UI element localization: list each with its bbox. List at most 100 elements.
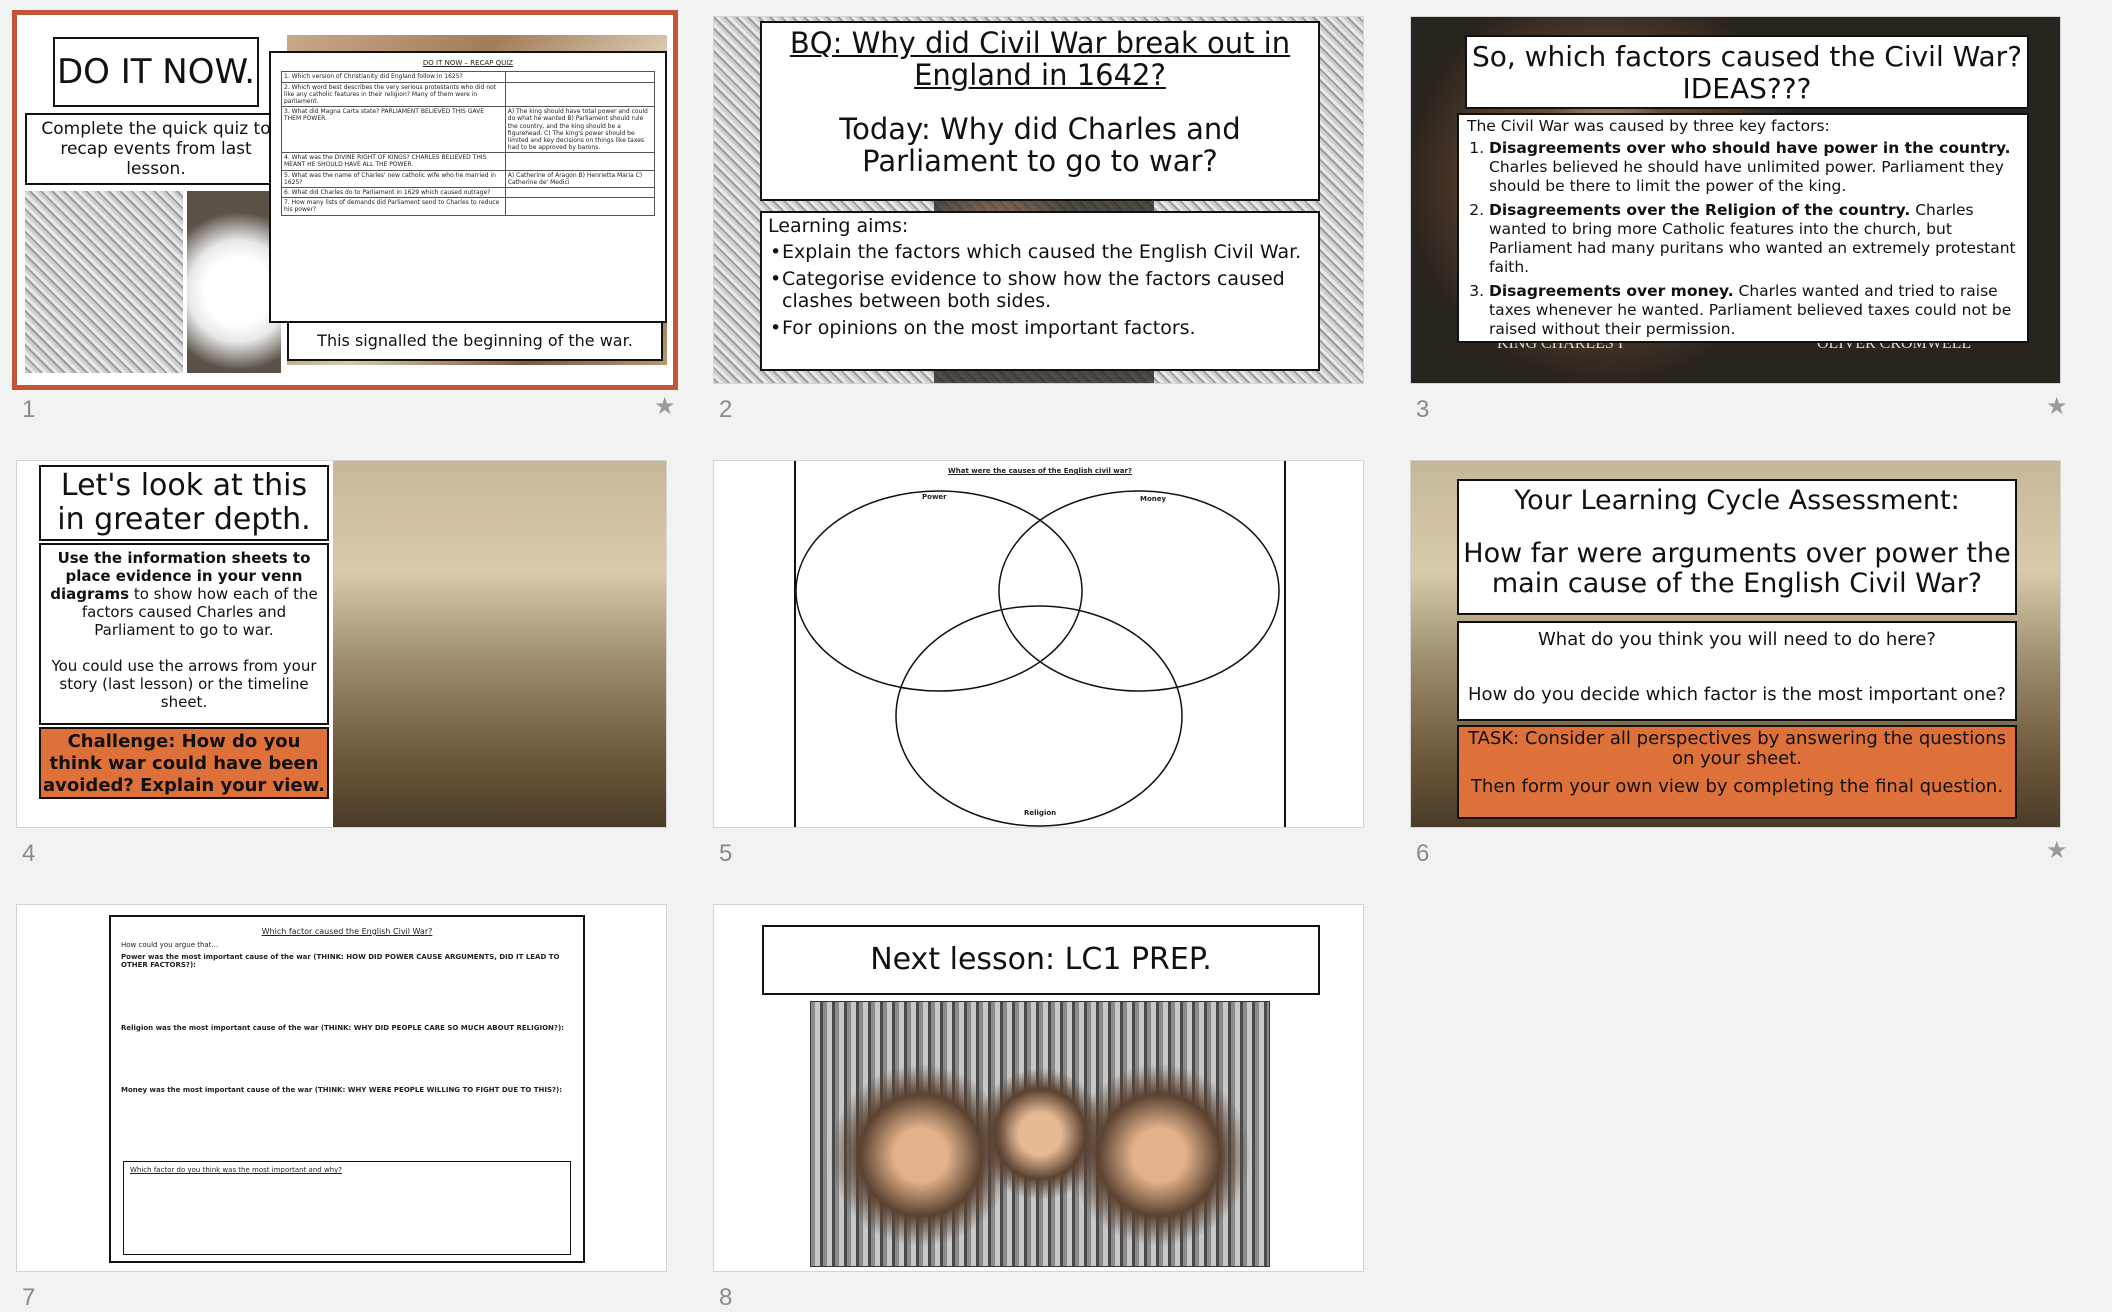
slide-thumbnail-3[interactable]: KING CHARLES I OLIVER CROMWELL So, which… — [1410, 16, 2061, 384]
factor-heading: Disagreements over who should have power… — [1489, 139, 2011, 157]
task-2: Then form your own view by completing th… — [1470, 776, 2004, 797]
worksheet-item: Religion was the most important cause of… — [121, 1023, 564, 1032]
slide-thumbnail-5[interactable]: What were the causes of the English civi… — [713, 460, 1364, 828]
quiz-row: 4. What was the DIVINE RIGHT OF KINGS? C… — [281, 152, 656, 171]
quiz-row: 5. What was the name of Charles' new cat… — [281, 169, 656, 189]
venn-label-power: Power — [922, 493, 947, 501]
quiz-title: DO IT NOW – RECAP QUIZ — [422, 59, 514, 67]
slide3-title: So, which factors caused the Civil War? … — [1465, 35, 2029, 109]
venn-label-money: Money — [1140, 495, 1167, 503]
star-icon[interactable]: ★ — [654, 392, 676, 421]
final-question: Which factor do you think was the most i… — [130, 1166, 342, 1174]
recap-quiz-sheet: DO IT NOW – RECAP QUIZ 1. Which version … — [269, 51, 667, 323]
worksheet-title: Which factor caused the English Civil Wa… — [261, 927, 433, 936]
venn-diagram — [796, 490, 1280, 827]
factor-item: Disagreements over money. Charles wanted… — [1489, 282, 2019, 339]
quiz-row: 1. Which version of Christianity did Eng… — [281, 71, 656, 83]
final-answer-box: Which factor do you think was the most i… — [123, 1161, 571, 1255]
dog-image — [187, 191, 281, 373]
quiz-row: 7. How many lists of demands did Parliam… — [281, 197, 656, 216]
learning-aims-label: Learning aims: — [768, 215, 909, 237]
quiz-question: 4. What was the DIVINE RIGHT OF KINGS? C… — [281, 152, 506, 171]
quiz-answer: A) The king should have total power and … — [504, 106, 656, 154]
slide1-title: DO IT NOW. — [53, 37, 259, 107]
prompt-1: What do you think you will need to do he… — [1537, 629, 1936, 650]
factors-list: Disagreements over who should have power… — [1467, 139, 2019, 339]
factor-heading: Disagreements over money. — [1489, 282, 1734, 300]
quiz-question: 6. What did Charles do to Parliament in … — [281, 187, 506, 199]
bq-question: BQ: Why did Civil War break out in Engla… — [789, 26, 1291, 92]
slide-number-6: 6 — [1416, 840, 1430, 867]
slide-thumbnail-7[interactable]: Which factor caused the English Civil Wa… — [16, 904, 667, 1272]
star-icon[interactable]: ★ — [2046, 392, 2068, 421]
slide-thumbnail-6[interactable]: Your Learning Cycle Assessment: How far … — [1410, 460, 2061, 828]
slide-thumbnail-1[interactable]: DO IT NOW. Complete the quick quiz to re… — [12, 10, 678, 390]
factor-item: Disagreements over the Religion of the c… — [1489, 201, 2019, 277]
quiz-row: 2. Which word best describes the very se… — [281, 81, 656, 108]
quiz-row: 3. What did Magna Carta state? PARLIAMEN… — [281, 106, 656, 154]
quiz-question: 3. What did Magna Carta state? PARLIAMEN… — [281, 106, 506, 154]
quiz-row: 6. What did Charles do to Parliament in … — [281, 187, 656, 199]
prompts-box: What do you think you will need to do he… — [1457, 621, 2017, 721]
worksheet-lead: How could you argue that... — [121, 940, 219, 949]
triple-portrait-image — [810, 1001, 1270, 1267]
quiz-answer — [504, 81, 656, 108]
lca-question: How far were arguments over power the ma… — [1463, 538, 2011, 599]
worksheet-item: Money was the most important cause of th… — [121, 1086, 563, 1095]
slide-number-4: 4 — [22, 840, 36, 867]
battle-painting — [333, 461, 666, 827]
venn-circle-religion — [895, 605, 1183, 827]
quiz-answer — [504, 187, 656, 199]
lca-title: Your Learning Cycle Assessment: — [1514, 485, 1960, 516]
slide-thumbnail-8[interactable]: Next lesson: LC1 PREP. — [713, 904, 1364, 1272]
factors-intro: The Civil War was caused by three key fa… — [1467, 117, 1830, 135]
quiz-question: 1. Which version of Christianity did Eng… — [281, 71, 506, 83]
slide2-header: BQ: Why did Civil War break out in Engla… — [760, 21, 1320, 201]
factor-text: Charles believed he should have unlimite… — [1489, 158, 2004, 195]
quiz-table: 1. Which version of Christianity did Eng… — [281, 71, 656, 216]
slide-number-3: 3 — [1416, 396, 1430, 423]
instruction-text: Use the information sheets to place evid… — [47, 549, 321, 639]
aim-item: Explain the factors which caused the Eng… — [768, 241, 1312, 263]
slide8-title: Next lesson: LC1 PREP. — [762, 925, 1320, 995]
slide-thumbnail-4[interactable]: Let's look at this in greater depth. Use… — [16, 460, 667, 828]
task-box: TASK: Consider all perspectives by answe… — [1457, 725, 2017, 819]
task-1: TASK: Consider all perspectives by answe… — [1467, 728, 2006, 769]
slide-number-8: 8 — [719, 1284, 733, 1311]
factors-box: The Civil War was caused by three key fa… — [1457, 113, 2029, 343]
challenge-box: Challenge: How do you think war could ha… — [39, 727, 329, 799]
worksheet-item: Power was the most important cause of th… — [121, 952, 560, 970]
learning-aims-list: Explain the factors which caused the Eng… — [768, 241, 1312, 339]
factor-item: Disagreements over who should have power… — [1489, 139, 2019, 196]
quiz-answer: A) Catherine of Aragon B) Henrietta Mari… — [504, 169, 656, 189]
quiz-question: 5. What was the name of Charles' new cat… — [281, 169, 506, 189]
aim-item: For opinions on the most important facto… — [768, 317, 1312, 339]
slide-number-1: 1 — [22, 396, 36, 423]
today-question: Today: Why did Charles and Parliament to… — [839, 112, 1241, 178]
slide1-instruction: Complete the quick quiz to recap events … — [25, 113, 287, 185]
learning-aims-box: Learning aims: Explain the factors which… — [760, 211, 1320, 371]
aim-item: Categorise evidence to show how the fact… — [768, 268, 1312, 312]
quiz-question: 2. Which word best describes the very se… — [281, 81, 506, 108]
slide-sorter-grid: DO IT NOW. Complete the quick quiz to re… — [0, 0, 2112, 1312]
quiz-answer — [504, 71, 656, 83]
venn-label-religion: Religion — [1024, 809, 1057, 817]
worksheet: Which factor caused the English Civil Wa… — [109, 915, 585, 1263]
lca-box: Your Learning Cycle Assessment: How far … — [1457, 479, 2017, 615]
quiz-question: 7. How many lists of demands did Parliam… — [281, 197, 506, 216]
slide1-caption: This signalled the beginning of the war. — [287, 319, 663, 361]
engraving-image — [25, 191, 183, 373]
quiz-answer — [504, 152, 656, 171]
star-icon[interactable]: ★ — [2046, 836, 2068, 865]
prompt-2: How do you decide which factor is the mo… — [1468, 684, 2006, 705]
quiz-answer — [504, 197, 656, 216]
factor-heading: Disagreements over the Religion of the c… — [1489, 201, 1911, 219]
hint-text: You could use the arrows from your story… — [51, 657, 317, 711]
slide4-title: Let's look at this in greater depth. — [39, 465, 329, 541]
slide-number-5: 5 — [719, 840, 733, 867]
venn-sheet: What were the causes of the English civi… — [794, 461, 1286, 827]
slide-number-2: 2 — [719, 396, 733, 423]
slide-thumbnail-2[interactable]: BQ: Why did Civil War break out in Engla… — [713, 16, 1364, 384]
slide-number-7: 7 — [22, 1284, 36, 1311]
slide4-instructions: Use the information sheets to place evid… — [39, 543, 329, 725]
